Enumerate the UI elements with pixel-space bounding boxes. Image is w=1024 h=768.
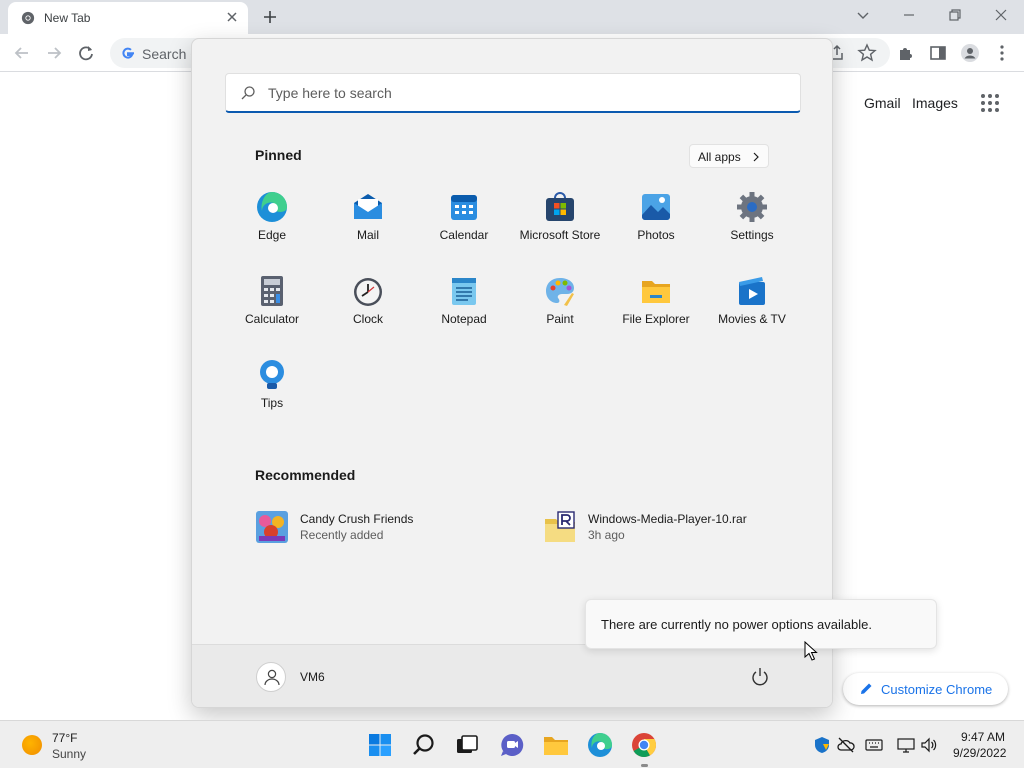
running-app-indicator bbox=[641, 764, 648, 767]
chevron-right-icon bbox=[753, 152, 759, 162]
power-icon[interactable] bbox=[748, 665, 772, 689]
recommended-subtitle: 3h ago bbox=[588, 528, 625, 542]
task-view-icon[interactable] bbox=[454, 732, 480, 758]
user-avatar[interactable] bbox=[256, 662, 286, 692]
tab-strip: New Tab bbox=[0, 0, 1024, 34]
chrome-favicon-icon bbox=[21, 11, 35, 25]
weather-temperature[interactable]: 77°F bbox=[52, 731, 77, 745]
bookmark-star-icon[interactable] bbox=[856, 42, 878, 64]
recommended-item-candy-crush[interactable]: Candy Crush Friends Recently added bbox=[256, 509, 536, 549]
store-icon bbox=[546, 192, 574, 221]
volume-speaker-icon[interactable] bbox=[920, 736, 938, 754]
network-monitor-icon[interactable] bbox=[897, 736, 915, 754]
back-arrow-icon[interactable] bbox=[11, 42, 33, 64]
customize-chrome-button[interactable]: Customize Chrome bbox=[843, 673, 1008, 705]
recommended-item-media-player-rar[interactable]: Windows-Media-Player-10.rar 3h ago bbox=[544, 509, 824, 549]
clock-date[interactable]: 9/29/2022 bbox=[953, 746, 1006, 760]
calendar-icon bbox=[451, 195, 477, 220]
pinned-app-mail[interactable]: Mail bbox=[320, 191, 416, 261]
weather-condition[interactable]: Sunny bbox=[52, 747, 86, 761]
pinned-app-file-explorer[interactable]: File Explorer bbox=[608, 275, 704, 345]
paint-palette-icon bbox=[546, 278, 574, 306]
mail-icon bbox=[354, 194, 382, 219]
minimize-icon[interactable] bbox=[899, 5, 919, 25]
pinned-app-edge[interactable]: Edge bbox=[224, 191, 320, 261]
app-label: Tips bbox=[260, 396, 284, 410]
forward-arrow-icon[interactable] bbox=[43, 42, 65, 64]
pinned-app-paint[interactable]: Paint bbox=[512, 275, 608, 345]
pinned-app-calendar[interactable]: Calendar bbox=[416, 191, 512, 261]
new-tab-plus-icon[interactable] bbox=[259, 6, 281, 28]
extensions-puzzle-icon[interactable] bbox=[895, 42, 917, 64]
pinned-app-calculator[interactable]: Calculator bbox=[224, 275, 320, 345]
gmail-link[interactable]: Gmail bbox=[864, 95, 901, 111]
pinned-app-settings[interactable]: Settings bbox=[704, 191, 800, 261]
close-window-icon[interactable] bbox=[991, 5, 1011, 25]
pinned-app-clock[interactable]: Clock bbox=[320, 275, 416, 345]
teams-chat-icon[interactable] bbox=[499, 732, 525, 758]
lightbulb-icon bbox=[260, 360, 284, 389]
candy-crush-icon bbox=[256, 511, 288, 543]
edge-taskbar-icon[interactable] bbox=[587, 732, 613, 758]
sun-weather-icon[interactable] bbox=[22, 735, 42, 755]
customize-chrome-label: Customize Chrome bbox=[881, 682, 993, 697]
clock-time[interactable]: 9:47 AM bbox=[961, 730, 1005, 744]
user-person-icon bbox=[264, 669, 280, 686]
recommended-title: Windows-Media-Player-10.rar bbox=[588, 512, 747, 526]
app-label: Settings bbox=[730, 228, 774, 242]
file-explorer-taskbar-icon[interactable] bbox=[543, 732, 569, 758]
restore-icon[interactable] bbox=[945, 5, 965, 25]
calculator-icon bbox=[261, 276, 283, 306]
onedrive-cloud-offline-icon[interactable] bbox=[837, 736, 855, 754]
app-label: Movies & TV bbox=[718, 312, 786, 326]
all-apps-label: All apps bbox=[698, 150, 741, 164]
security-shield-icon[interactable] bbox=[813, 736, 831, 754]
pinned-heading: Pinned bbox=[255, 147, 302, 163]
edge-icon bbox=[257, 192, 287, 222]
rar-archive-icon bbox=[545, 511, 575, 542]
photos-icon bbox=[642, 194, 670, 220]
settings-gear-icon bbox=[737, 192, 767, 222]
keyboard-icon[interactable] bbox=[865, 736, 883, 754]
pinned-app-tips[interactable]: Tips bbox=[224, 359, 320, 429]
notepad-icon bbox=[452, 278, 476, 305]
side-panel-icon[interactable] bbox=[927, 42, 949, 64]
images-link[interactable]: Images bbox=[912, 95, 958, 111]
tooltip-text: There are currently no power options ava… bbox=[601, 617, 872, 632]
pinned-app-photos[interactable]: Photos bbox=[608, 191, 704, 261]
user-name[interactable]: VM6 bbox=[300, 670, 325, 684]
taskbar: 77°F Sunny 9:47 AM 9/29/2022 bbox=[0, 720, 1024, 768]
power-options-tooltip: There are currently no power options ava… bbox=[585, 599, 937, 649]
tab-title: New Tab bbox=[44, 11, 91, 25]
windows-start-icon[interactable] bbox=[367, 732, 393, 758]
folder-icon bbox=[642, 281, 670, 303]
clock-icon bbox=[354, 278, 382, 306]
google-g-icon bbox=[122, 47, 134, 59]
mouse-cursor-icon bbox=[804, 641, 818, 661]
recommended-title: Candy Crush Friends bbox=[300, 512, 414, 526]
chrome-menu-kebab-icon[interactable] bbox=[991, 42, 1013, 64]
reload-icon[interactable] bbox=[75, 42, 97, 64]
google-apps-grid-icon[interactable] bbox=[980, 93, 1000, 113]
pinned-app-microsoft-store[interactable]: Microsoft Store bbox=[512, 191, 608, 261]
pencil-icon bbox=[861, 683, 872, 694]
tab-new-tab[interactable]: New Tab bbox=[8, 2, 248, 34]
pinned-app-notepad[interactable]: Notepad bbox=[416, 275, 512, 345]
recommended-subtitle: Recently added bbox=[300, 528, 384, 542]
start-menu-footer: VM6 bbox=[192, 644, 832, 707]
movies-play-icon bbox=[739, 277, 765, 305]
start-search-placeholder: Type here to search bbox=[268, 85, 392, 101]
chrome-taskbar-icon[interactable] bbox=[631, 732, 657, 758]
tab-search-chevron-icon[interactable] bbox=[853, 5, 873, 25]
profile-avatar-icon[interactable] bbox=[959, 42, 981, 64]
recommended-heading: Recommended bbox=[255, 467, 356, 483]
all-apps-button[interactable]: All apps bbox=[689, 144, 769, 168]
pinned-app-movies-tv[interactable]: Movies & TV bbox=[704, 275, 800, 345]
search-icon bbox=[241, 86, 255, 100]
start-search-input[interactable]: Type here to search bbox=[225, 73, 801, 113]
tab-close-icon[interactable] bbox=[224, 9, 240, 25]
taskbar-search-icon[interactable] bbox=[411, 732, 437, 758]
